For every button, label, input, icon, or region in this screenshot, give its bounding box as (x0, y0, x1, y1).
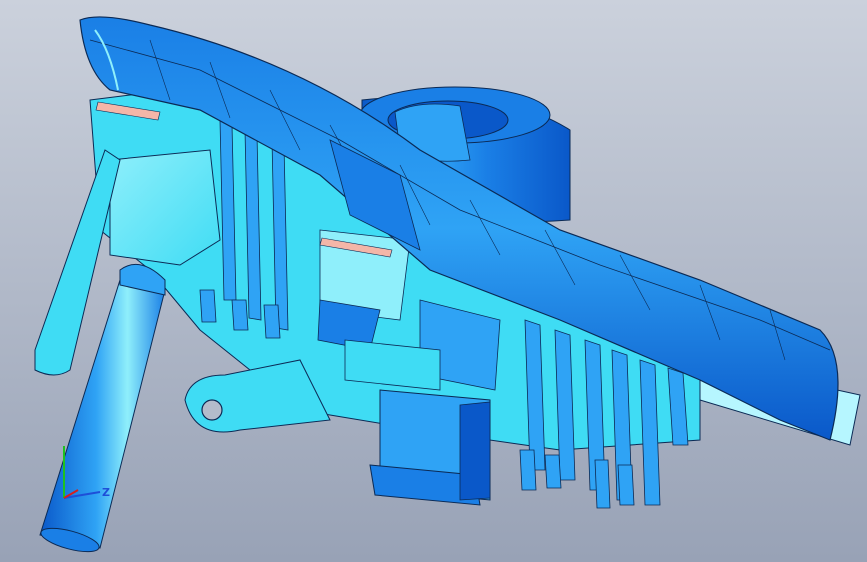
coordinate-triad: Z (63, 446, 110, 499)
3d-model[interactable] (0, 0, 867, 562)
connector-block[interactable] (369, 389, 491, 506)
cad-3d-viewport[interactable]: Z (0, 0, 867, 562)
z-axis-label: Z (102, 486, 110, 499)
